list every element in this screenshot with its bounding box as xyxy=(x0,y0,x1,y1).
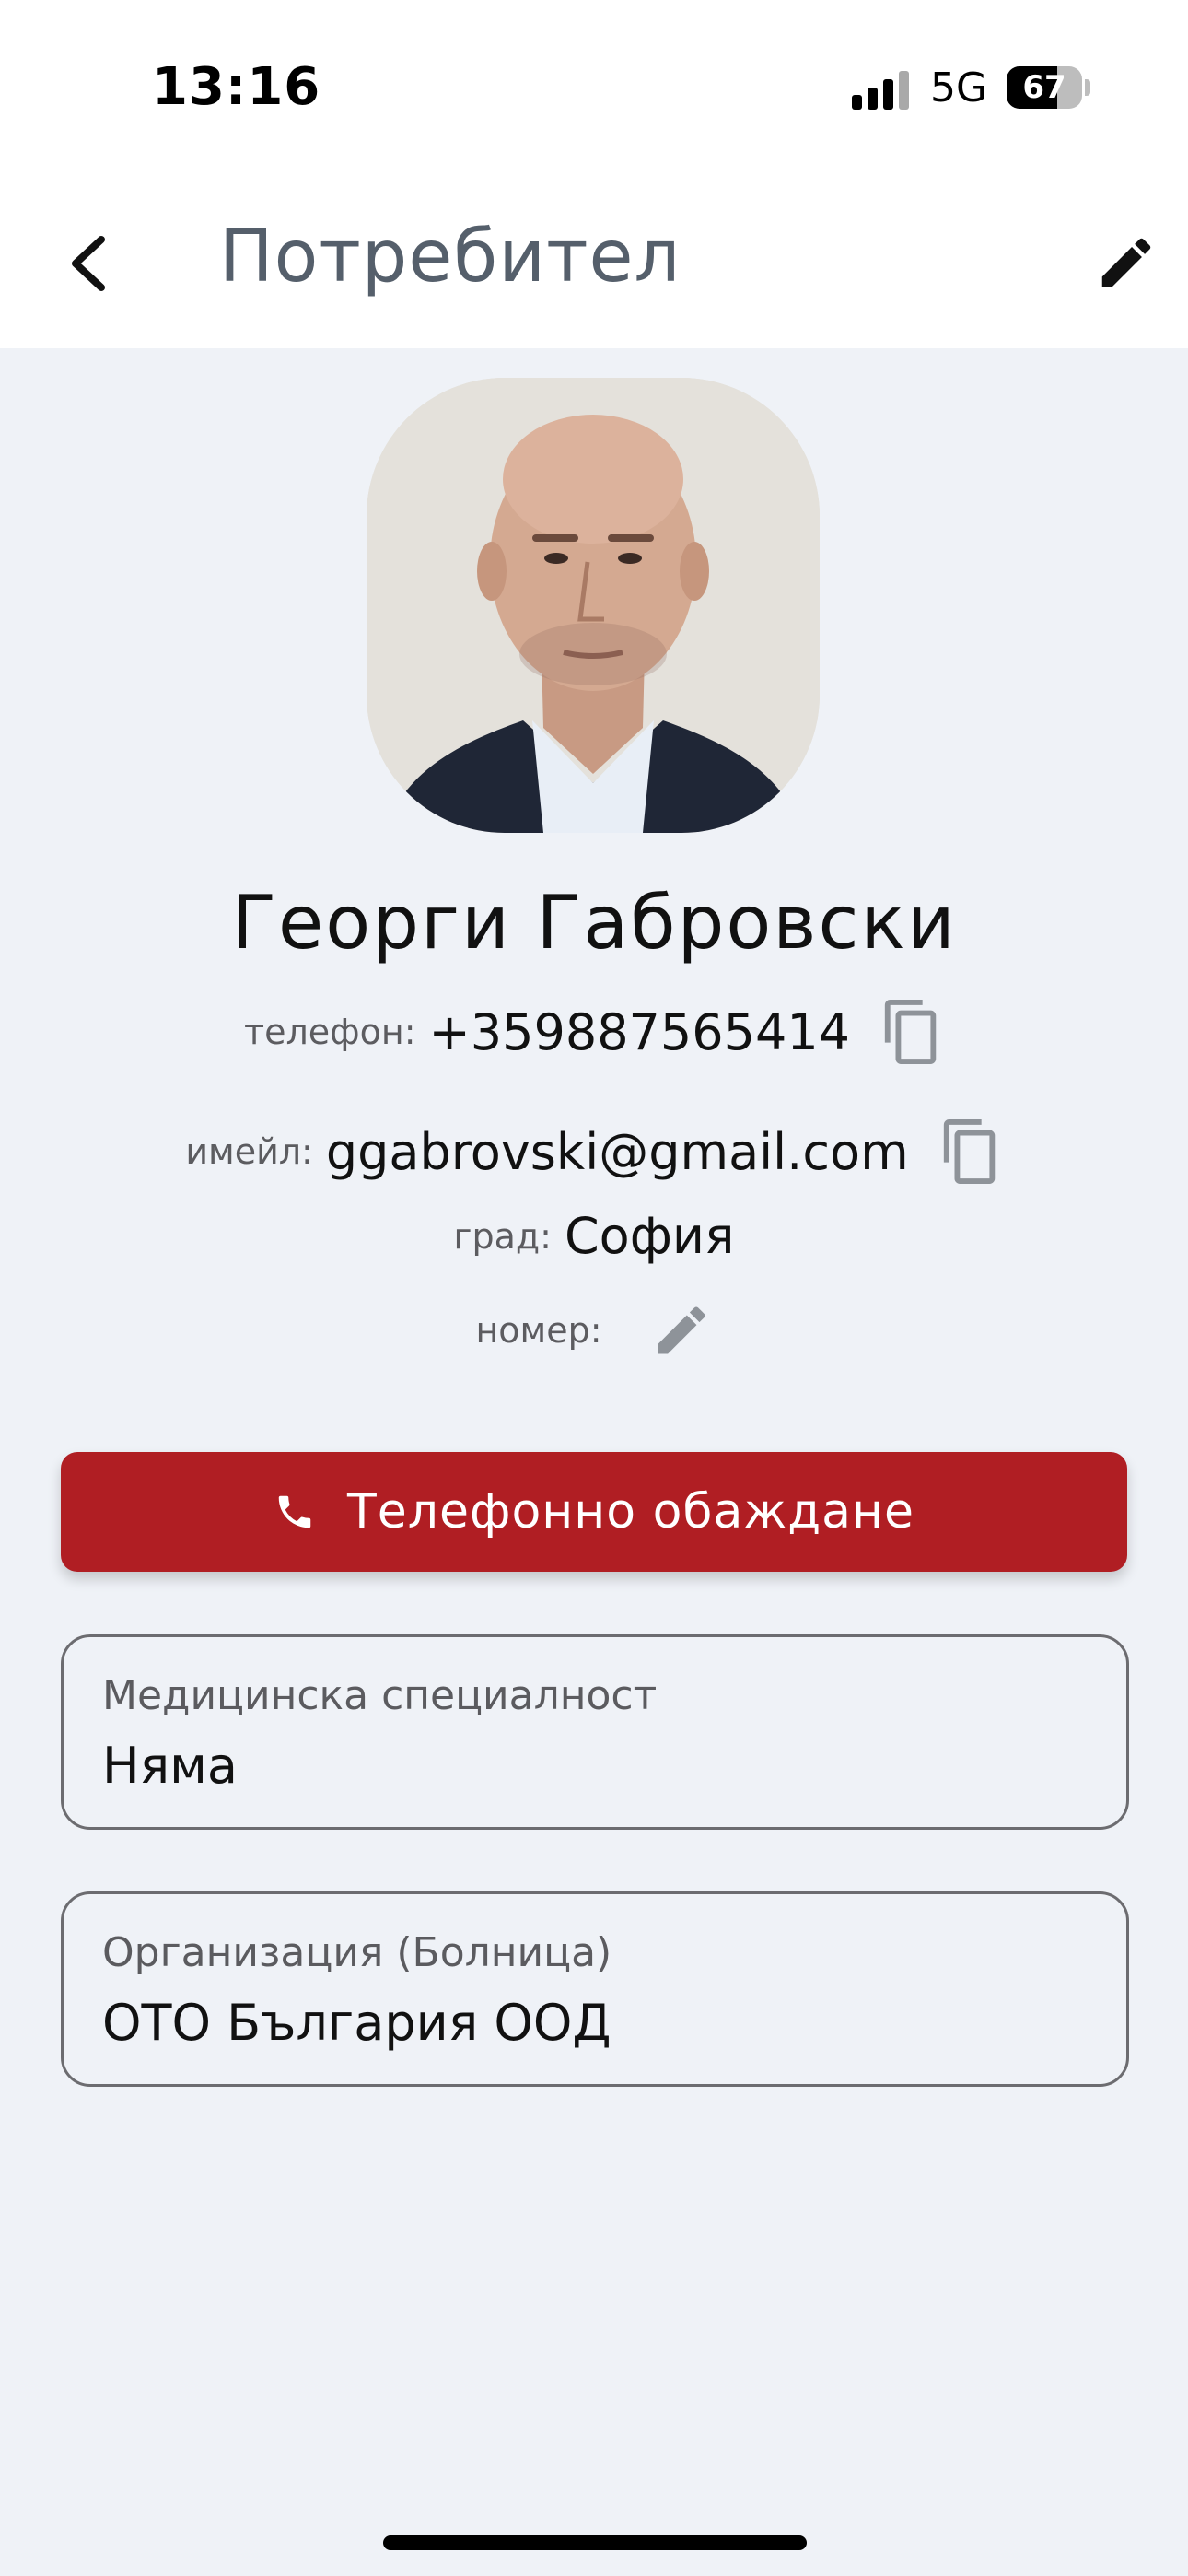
number-row: номер: xyxy=(0,1299,1188,1362)
phone-icon xyxy=(278,1495,311,1528)
pencil-icon xyxy=(1101,238,1151,287)
edit-button[interactable] xyxy=(1094,230,1159,295)
avatar xyxy=(367,378,820,833)
signal-icon xyxy=(852,69,911,110)
page-title: Потребител xyxy=(219,216,681,299)
battery-icon: 67 xyxy=(1007,66,1082,109)
specialty-field[interactable]: Медицинска специалност Няма xyxy=(61,1634,1129,1830)
chevron-left-icon xyxy=(72,236,105,291)
status-time: 13:16 xyxy=(152,57,321,117)
copy-phone-button[interactable] xyxy=(879,997,944,1067)
battery-percent: 67 xyxy=(1022,69,1066,106)
pencil-icon xyxy=(658,1306,705,1354)
organization-value: ОТО България ООД xyxy=(102,1994,611,2052)
city-value: София xyxy=(564,1207,735,1265)
city-row: град: София xyxy=(0,1207,1188,1265)
phone-value[interactable]: +359887565414 xyxy=(429,1003,851,1061)
profile-photo xyxy=(367,378,820,833)
edit-number-button[interactable] xyxy=(650,1299,713,1362)
battery-tip xyxy=(1085,79,1090,96)
specialty-label: Медицинска специалност xyxy=(102,1672,658,1719)
phone-label: телефон: xyxy=(243,1012,416,1052)
email-value[interactable]: ggabrovski@gmail.com xyxy=(326,1123,909,1181)
network-type: 5G xyxy=(930,64,988,111)
email-row: имейл: ggabrovski@gmail.com xyxy=(0,1117,1188,1187)
copy-email-button[interactable] xyxy=(938,1117,1003,1187)
copy-icon xyxy=(884,1000,937,1064)
specialty-value: Няма xyxy=(102,1737,238,1795)
user-name: Георги Габровски xyxy=(231,880,957,966)
city-label: град: xyxy=(453,1215,552,1257)
number-label: номер: xyxy=(475,1310,602,1351)
organization-field[interactable]: Организация (Болница) ОТО България ООД xyxy=(61,1891,1129,2087)
phone-call-label: Телефонно обаждане xyxy=(347,1484,914,1540)
back-button[interactable] xyxy=(61,230,116,297)
organization-label: Организация (Болница) xyxy=(102,1929,612,1976)
phone-row: телефон: +359887565414 xyxy=(0,997,1188,1067)
phone-call-button[interactable]: Телефонно обаждане xyxy=(61,1452,1127,1572)
email-label: имейл: xyxy=(185,1131,313,1172)
copy-icon xyxy=(943,1119,995,1184)
home-indicator[interactable] xyxy=(383,2535,807,2550)
